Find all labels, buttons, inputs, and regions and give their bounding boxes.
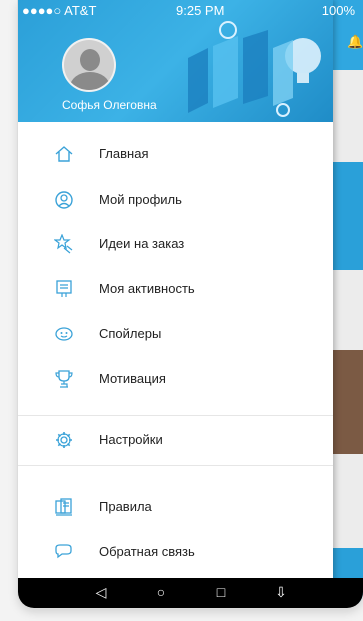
bell-icon[interactable]: 🔔: [347, 34, 363, 49]
background-card-image: [333, 350, 363, 454]
user-name[interactable]: Софья Олеговна: [62, 98, 157, 112]
background-card-image: [333, 162, 363, 270]
menu-item-label: Обратная связь: [99, 544, 195, 559]
activity-icon: [56, 280, 72, 297]
menu-item-label: Спойлеры: [99, 326, 162, 341]
idea-illustration: [188, 21, 321, 117]
avatar[interactable]: [62, 38, 116, 92]
star-hand-icon: [54, 234, 73, 254]
menu-item-label: Мой профиль: [99, 192, 182, 207]
home-icon: [55, 146, 73, 162]
status-time: 9:25 PM: [176, 3, 225, 18]
menu-item-spoilers[interactable]: Спойлеры: [18, 312, 333, 356]
back-icon[interactable]: ◁: [86, 584, 116, 601]
navigation-drawer: Софья Олеговна Главная Мой профиль Идеи …: [18, 0, 333, 608]
gear-icon: [56, 432, 72, 448]
carrier-signal: ●●●●○ AT&T: [22, 3, 97, 18]
menu-item-activity[interactable]: Моя активность: [18, 267, 333, 311]
notifications-pull-icon[interactable]: ⇩: [266, 584, 296, 601]
rules-icon: [55, 498, 72, 516]
menu-item-label: Настройки: [99, 432, 163, 447]
menu-item-home[interactable]: Главная: [18, 132, 333, 176]
phone-screen: 🔔 ●●●●○ AT&T 9:25 PM 100% Софья Олеговна…: [18, 0, 363, 608]
battery-level: 100%: [321, 3, 355, 18]
recents-icon[interactable]: □: [206, 584, 236, 600]
device-frame: 🔔 ●●●●○ AT&T 9:25 PM 100% Софья Олеговна…: [0, 0, 363, 621]
home-button-icon[interactable]: ○: [146, 584, 176, 600]
feedback-icon: [55, 544, 72, 559]
menu-item-label: Главная: [99, 146, 149, 161]
menu-item-feedback[interactable]: Обратная связь: [18, 530, 333, 574]
menu-item-ideas-order[interactable]: Идеи на заказ: [18, 222, 333, 266]
background-app: 🔔: [333, 0, 363, 608]
profile-icon: [55, 191, 73, 209]
menu-item-motivation[interactable]: Мотивация: [18, 357, 333, 401]
system-nav-bar: ◁ ○ □ ⇩: [18, 578, 363, 608]
menu-item-label: Мотивация: [99, 371, 166, 386]
menu-item-label: Идеи на заказ: [99, 236, 185, 251]
trophy-icon: [55, 370, 73, 388]
menu-item-rules[interactable]: Правила: [18, 485, 333, 529]
menu-item-label: Моя активность: [99, 281, 195, 296]
menu-item-profile[interactable]: Мой профиль: [18, 178, 333, 222]
status-bar: ●●●●○ AT&T 9:25 PM 100%: [18, 0, 363, 22]
spoiler-icon: [55, 327, 73, 341]
menu-item-settings[interactable]: Настройки: [18, 418, 333, 462]
menu-divider: [18, 415, 333, 416]
menu-item-label: Правила: [99, 499, 152, 514]
menu-divider: [18, 465, 333, 466]
